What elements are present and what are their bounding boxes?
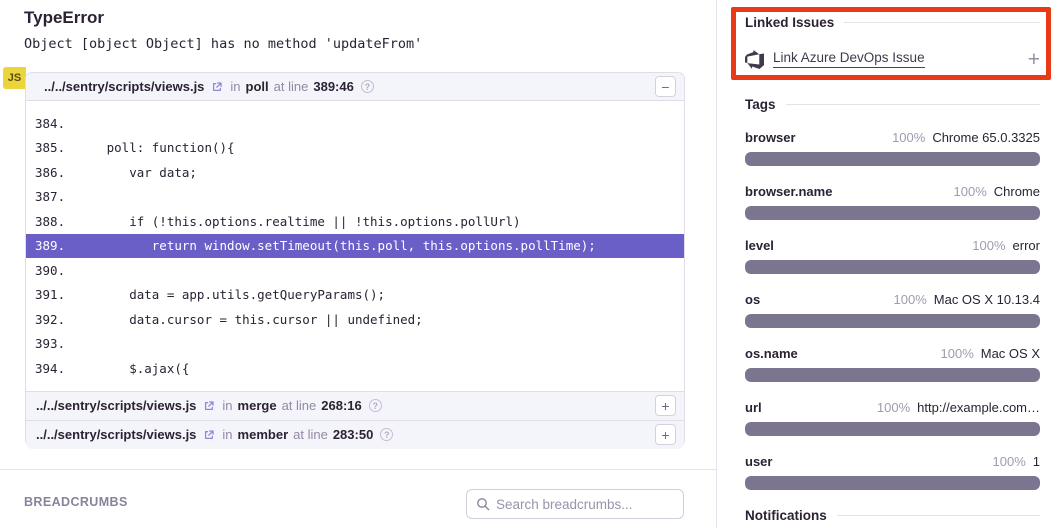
code-line: 391. data = app.utils.getQueryParams(); (26, 283, 684, 308)
notifications-section: Notifications (745, 508, 1040, 523)
tag-percent: 100% (954, 184, 987, 199)
tag-key: browser (745, 130, 796, 145)
linked-issues-title: Linked Issues (745, 15, 834, 30)
search-icon (476, 497, 490, 511)
tag-key: url (745, 400, 762, 415)
frame-file-path: ../../sentry/scripts/views.js (36, 427, 196, 442)
heading-rule (844, 22, 1040, 23)
code-line: 393. (26, 332, 684, 357)
tag-value: error (1013, 238, 1040, 253)
frame-atline-label: at line (293, 427, 328, 442)
frame-in-label: in (230, 79, 240, 94)
section-divider (0, 469, 717, 470)
tag-distribution-bar[interactable] (745, 422, 1040, 436)
expand-frame-button[interactable]: + (655, 424, 676, 445)
tag-item-level: level 100% error (745, 238, 1040, 274)
tag-value: http://example.com… (917, 400, 1040, 415)
tag-key: browser.name (745, 184, 832, 199)
tag-item-os-name: os.name 100% Mac OS X (745, 346, 1040, 382)
tag-value: Chrome 65.0.3325 (932, 130, 1040, 145)
code-line: 387. (26, 185, 684, 210)
code-line: 386. var data; (26, 160, 684, 185)
breadcrumbs-section-title: BREADCRUMBS (24, 495, 128, 509)
frame-atline-label: at line (282, 398, 317, 413)
tag-distribution-bar[interactable] (745, 368, 1040, 382)
tag-value: Mac OS X (981, 346, 1040, 361)
stack-trace-panel: ../../sentry/scripts/views.js in poll at… (25, 72, 685, 447)
tag-percent: 100% (993, 454, 1026, 469)
code-line: 384. (26, 111, 684, 136)
stack-frame-header-member[interactable]: ../../sentry/scripts/views.js in member … (26, 420, 684, 449)
stack-frame-header-poll[interactable]: ../../sentry/scripts/views.js in poll at… (26, 73, 684, 101)
frame-info-icon[interactable]: ? (369, 399, 382, 412)
collapse-frame-button[interactable]: − (655, 76, 676, 97)
breadcrumbs-search-input[interactable] (496, 497, 674, 512)
issue-sidebar: Linked Issues Link Azure DevOps Issue + … (745, 0, 1040, 523)
external-link-icon[interactable] (203, 400, 215, 412)
external-link-icon[interactable] (211, 81, 223, 93)
frame-function-name: poll (246, 79, 269, 94)
frame-line-number: 283:50 (333, 427, 373, 442)
external-link-icon[interactable] (203, 429, 215, 441)
tag-percent: 100% (892, 130, 925, 145)
tag-distribution-bar[interactable] (745, 260, 1040, 274)
highlighted-code-line: 389. return window.setTimeout(this.poll,… (26, 234, 684, 259)
source-code-block: 384. 385. poll: function(){ 386. var dat… (26, 101, 684, 391)
frame-in-label: in (222, 427, 232, 442)
frame-file-path: ../../sentry/scripts/views.js (44, 79, 204, 94)
tag-item-browser-name: browser.name 100% Chrome (745, 184, 1040, 220)
heading-rule (837, 515, 1040, 516)
frame-info-icon[interactable]: ? (380, 428, 393, 441)
linked-issues-section: Linked Issues Link Azure DevOps Issue + (745, 15, 1040, 71)
expand-frame-button[interactable]: + (655, 395, 676, 416)
sidebar-divider (716, 0, 717, 528)
frame-function-name: member (238, 427, 289, 442)
frame-file-path: ../../sentry/scripts/views.js (36, 398, 196, 413)
frame-function-name: merge (238, 398, 277, 413)
error-message: Object [object Object] has no method 'up… (24, 36, 422, 52)
tag-item-url: url 100% http://example.com… (745, 400, 1040, 436)
platform-js-badge: JS (3, 67, 26, 89)
code-line: 392. data.cursor = this.cursor || undefi… (26, 307, 684, 332)
tag-percent: 100% (894, 292, 927, 307)
stack-frame-header-merge[interactable]: ../../sentry/scripts/views.js in merge a… (26, 391, 684, 420)
tags-title: Tags (745, 97, 776, 112)
tag-key: os (745, 292, 760, 307)
code-line: 385. poll: function(){ (26, 136, 684, 161)
code-line: 388. if (!this.options.realtime || !this… (26, 209, 684, 234)
tag-value: Chrome (994, 184, 1040, 199)
tag-item-browser: browser 100% Chrome 65.0.3325 (745, 130, 1040, 166)
frame-line-number: 268:16 (321, 398, 361, 413)
tag-percent: 100% (941, 346, 974, 361)
tag-key: level (745, 238, 774, 253)
tag-item-user: user 100% 1 (745, 454, 1040, 490)
tag-item-os: os 100% Mac OS X 10.13.4 (745, 292, 1040, 328)
tag-key: os.name (745, 346, 798, 361)
tag-percent: 100% (972, 238, 1005, 253)
error-type-title: TypeError (24, 8, 104, 28)
add-linked-issue-button[interactable]: + (1028, 49, 1040, 70)
tag-percent: 100% (877, 400, 910, 415)
frame-info-icon[interactable]: ? (361, 80, 374, 93)
tag-distribution-bar[interactable] (745, 152, 1040, 166)
azure-devops-icon (745, 50, 764, 69)
notifications-title: Notifications (745, 508, 827, 523)
tag-value: Mac OS X 10.13.4 (934, 292, 1040, 307)
tag-distribution-bar[interactable] (745, 206, 1040, 220)
code-line: 394. $.ajax({ (26, 356, 684, 381)
tag-value: 1 (1033, 454, 1040, 469)
code-line: 390. (26, 258, 684, 283)
frame-line-number: 389:46 (313, 79, 353, 94)
heading-rule (786, 104, 1040, 105)
breadcrumbs-search-box[interactable] (466, 489, 684, 519)
tags-section: Tags browser 100% Chrome 65.0.3325 brows… (745, 97, 1040, 490)
tag-distribution-bar[interactable] (745, 476, 1040, 490)
tag-key: user (745, 454, 772, 469)
tag-distribution-bar[interactable] (745, 314, 1040, 328)
frame-in-label: in (222, 398, 232, 413)
frame-atline-label: at line (274, 79, 309, 94)
link-azure-devops-issue-link[interactable]: Link Azure DevOps Issue (773, 50, 925, 68)
